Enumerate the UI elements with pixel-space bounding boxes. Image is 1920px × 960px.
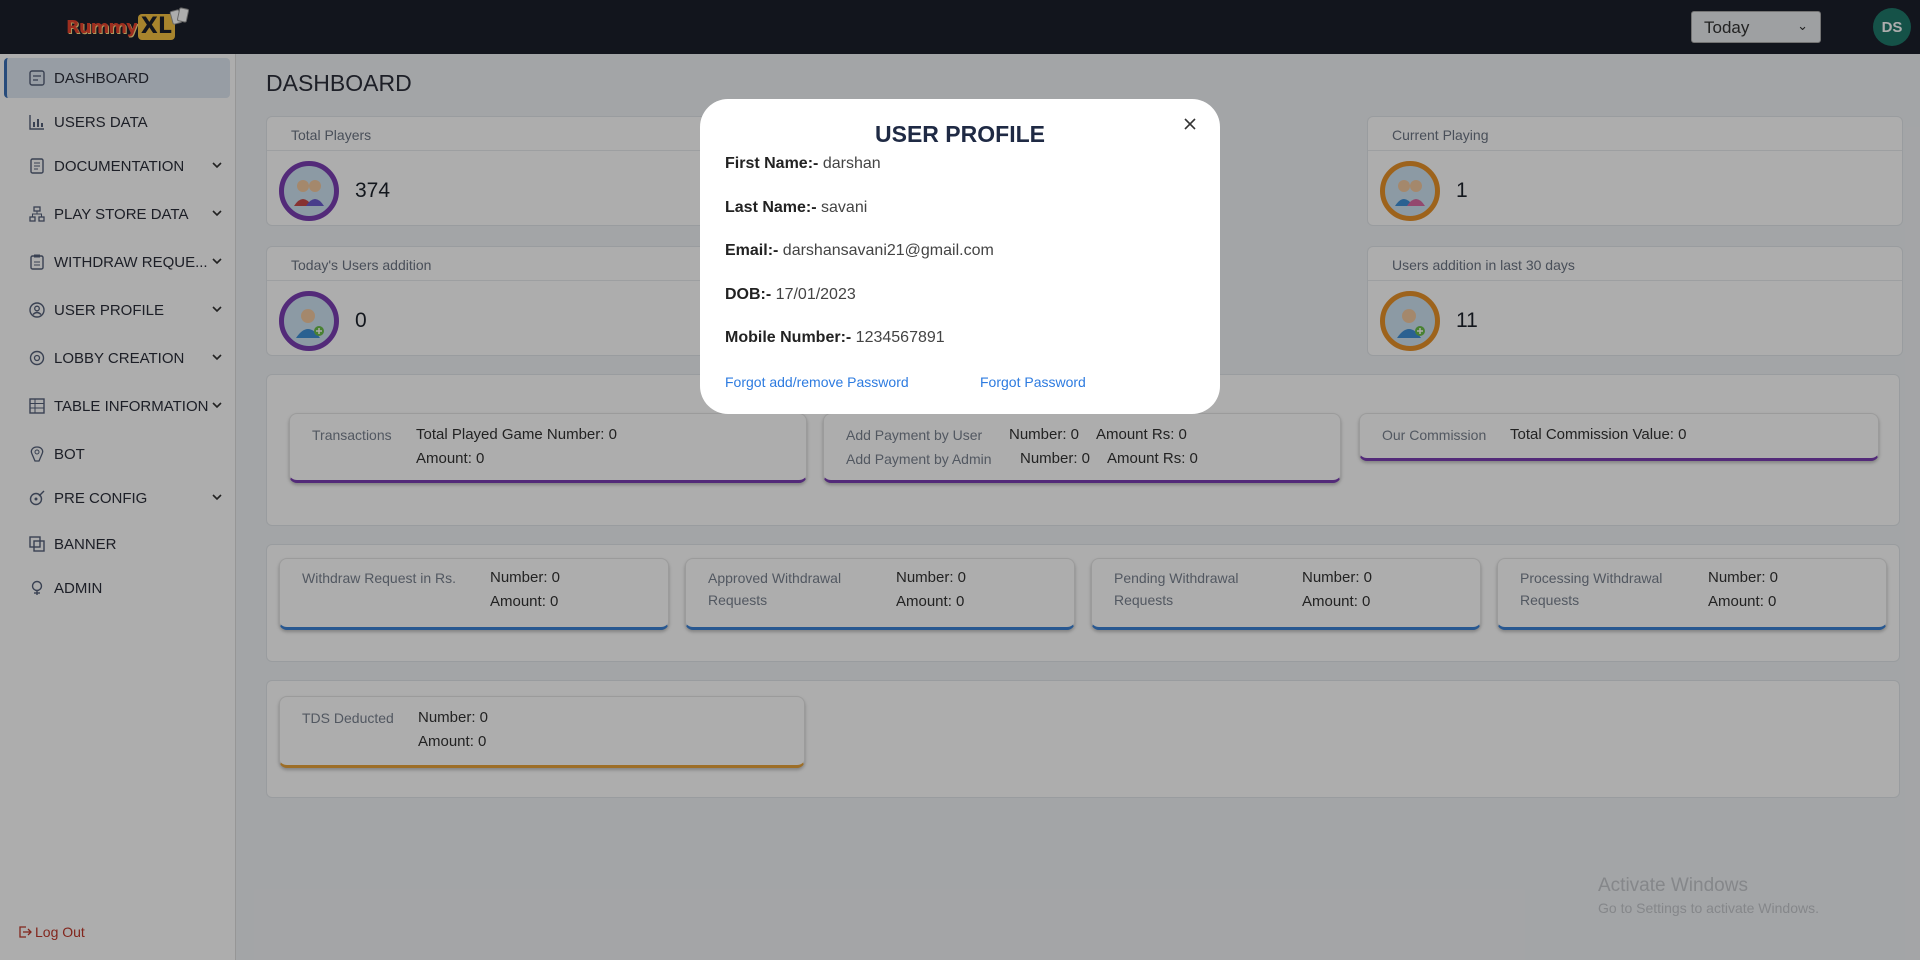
field-value: 17/01/2023 [775, 286, 856, 303]
forgot-password-link[interactable]: Forgot Password [980, 374, 1086, 390]
field-label: Last Name:- [725, 199, 817, 216]
field-value: darshan [822, 155, 881, 172]
field-label: Email:- [725, 242, 779, 259]
field-label: Mobile Number:- [725, 329, 852, 346]
forgot-add-remove-password-link[interactable]: Forgot add/remove Password [725, 374, 909, 390]
field-email: Email:- darshansavani21@gmail.com [725, 242, 994, 260]
close-icon[interactable] [1180, 115, 1200, 135]
field-first-name: First Name:- darshan [725, 155, 881, 173]
user-profile-modal: USER PROFILE First Name:- darshan Last N… [700, 99, 1220, 414]
field-value: darshansavani21@gmail.com [782, 242, 994, 259]
field-value: savani [821, 199, 868, 216]
field-mobile-number: Mobile Number:- 1234567891 [725, 329, 945, 347]
field-dob: DOB:- 17/01/2023 [725, 286, 856, 304]
field-label: DOB:- [725, 286, 772, 303]
field-label: First Name:- [725, 155, 819, 172]
field-value: 1234567891 [855, 329, 945, 346]
modal-title: USER PROFILE [875, 121, 1045, 147]
field-last-name: Last Name:- savani [725, 199, 867, 217]
